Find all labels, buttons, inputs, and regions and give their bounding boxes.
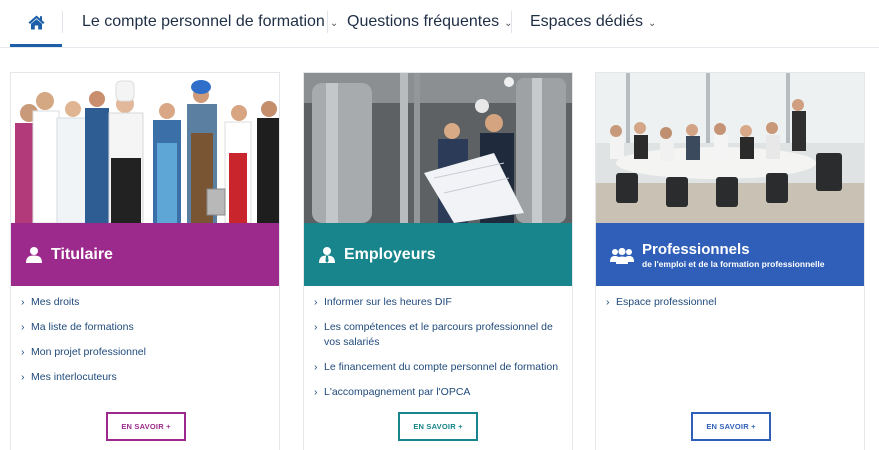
nav-item-espaces-dedies[interactable]: Espaces dédiés ⌄ — [530, 0, 656, 44]
nav-label: Questions fréquentes — [347, 13, 500, 30]
chevron-right-icon: › — [606, 296, 610, 308]
link-competences-parcours[interactable]: › Les compétences et le parcours professi… — [314, 320, 566, 350]
home-link[interactable] — [10, 0, 62, 47]
link-espace-professionnel[interactable]: › Espace professionnel — [606, 295, 858, 310]
card-employeurs: Employeurs › Informer sur les heures DIF … — [303, 72, 573, 450]
en-savoir-plus-button[interactable]: EN SAVOIR + — [691, 412, 771, 441]
nav-item-compte-personnel[interactable]: Le compte personnel de formation ⌄ — [82, 0, 338, 44]
link-label: L'accompagnement par l'OPCA — [324, 386, 471, 398]
meeting-room-photo — [596, 73, 864, 223]
chevron-right-icon: › — [21, 296, 25, 308]
card-title: Employeurs — [344, 245, 436, 263]
link-list: › Mes droits › Ma liste de formations › Mon… — [21, 295, 273, 395]
chevron-right-icon: › — [314, 321, 318, 333]
chevron-down-icon: ⌄ — [329, 17, 339, 29]
card-titulaire: Titulaire › Mes droits › Ma liste de forma… — [10, 72, 280, 450]
industrial-plant-photo — [304, 73, 572, 223]
workers-photo — [11, 73, 279, 223]
nav-item-questions-frequentes[interactable]: Questions fréquentes ⌄ — [347, 0, 512, 44]
link-label: Informer sur les heures DIF — [324, 296, 452, 308]
card-title: Titulaire — [51, 245, 113, 263]
nav-label: Espaces dédiés — [530, 13, 643, 30]
chevron-right-icon: › — [21, 346, 25, 358]
link-mon-projet-professionnel[interactable]: › Mon projet professionnel — [21, 345, 273, 360]
card-title: Professionnels — [642, 241, 750, 258]
chevron-right-icon: › — [314, 296, 318, 308]
link-list: › Espace professionnel — [606, 295, 858, 320]
link-label: Ma liste de formations — [31, 321, 134, 333]
group-icon — [610, 247, 634, 264]
nav-label: Le compte personnel de formation — [82, 13, 325, 30]
chevron-right-icon: › — [314, 386, 318, 398]
nav-divider — [62, 11, 63, 33]
link-accompagnement-opca[interactable]: › L'accompagnement par l'OPCA — [314, 385, 566, 400]
link-financement-compte[interactable]: › Le financement du compte personnel de f… — [314, 360, 566, 375]
card-header-titulaire: Titulaire — [11, 223, 279, 286]
link-mes-interlocuteurs[interactable]: › Mes interlocuteurs — [21, 370, 273, 385]
card-professionnels: Professionnels de l'emploi et de la form… — [595, 72, 865, 450]
link-label: Espace professionnel — [616, 296, 717, 308]
card-heading: Professionnels de l'emploi et de la form… — [634, 241, 825, 270]
card-header-employeurs: Employeurs — [304, 223, 572, 286]
home-icon — [28, 15, 44, 29]
link-label: Mes droits — [31, 296, 80, 308]
link-label: Mon projet professionnel — [31, 346, 146, 358]
nav-divider — [511, 11, 512, 33]
link-ma-liste-de-formations[interactable]: › Ma liste de formations — [21, 320, 273, 335]
employer-icon — [319, 246, 335, 263]
card-header-professionnels: Professionnels de l'emploi et de la form… — [596, 223, 864, 286]
card-subtitle: de l'emploi et de la formation professio… — [642, 259, 825, 269]
link-label: Les compétences et le parcours professio… — [324, 321, 553, 348]
nav-divider — [327, 11, 328, 33]
chevron-down-icon: ⌄ — [647, 17, 657, 29]
chevron-right-icon: › — [314, 361, 318, 373]
chevron-right-icon: › — [21, 321, 25, 333]
en-savoir-plus-button[interactable]: EN SAVOIR + — [398, 412, 478, 441]
chevron-right-icon: › — [21, 371, 25, 383]
link-label: Le financement du compte personnel de fo… — [324, 361, 559, 373]
link-list: › Informer sur les heures DIF › Les compét… — [314, 295, 566, 410]
en-savoir-plus-button[interactable]: EN SAVOIR + — [106, 412, 186, 441]
link-informer-heures-dif[interactable]: › Informer sur les heures DIF — [314, 295, 566, 310]
user-icon — [26, 246, 42, 263]
top-navigation: Le compte personnel de formation ⌄ Quest… — [0, 0, 879, 48]
link-mes-droits[interactable]: › Mes droits — [21, 295, 273, 310]
link-label: Mes interlocuteurs — [31, 371, 117, 383]
